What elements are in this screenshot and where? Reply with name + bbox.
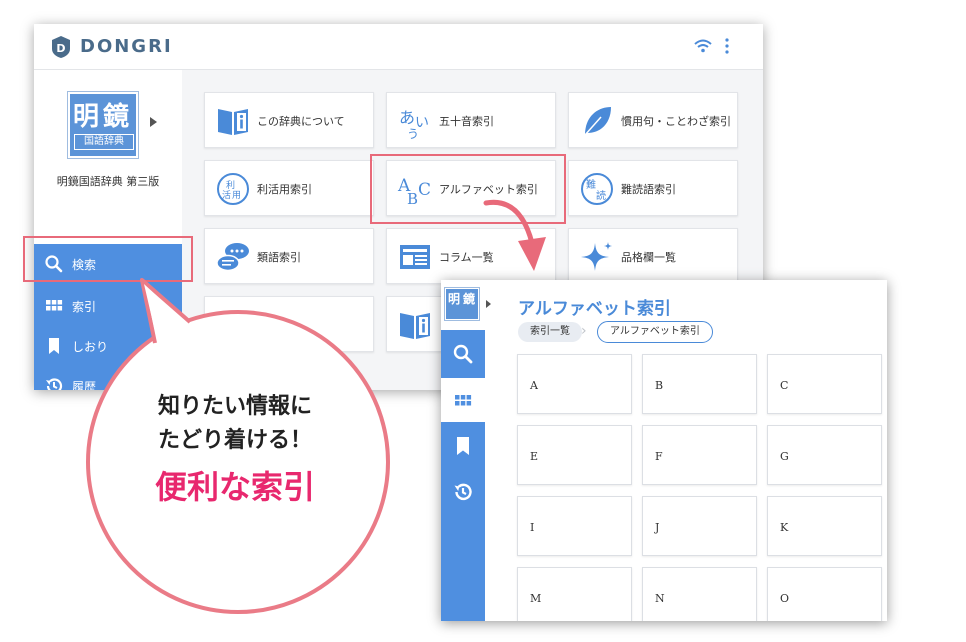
svg-text:難: 難: [586, 178, 596, 191]
rikatsuyou-icon: 利 活 用: [217, 173, 249, 205]
index-card-about[interactable]: この辞典について: [204, 92, 374, 148]
page-title: アルファベット索引: [518, 299, 671, 319]
sidebar-item-index[interactable]: [441, 378, 485, 422]
svg-text:用: 用: [232, 190, 241, 201]
letter-label: E: [530, 450, 539, 463]
bubble-line-2: たどり着ける！: [157, 428, 312, 453]
letter-label: O: [780, 592, 790, 605]
cover-kanji: 明: [73, 102, 100, 132]
letter-card-b[interactable]: B: [642, 354, 757, 414]
chevron-right-icon: ›: [581, 323, 587, 339]
grid-icon: [455, 395, 472, 406]
letter-card-k[interactable]: K: [767, 496, 882, 556]
nandoku-icon: 難 読: [581, 173, 613, 205]
more-vert-icon[interactable]: [724, 36, 730, 56]
top-bar: D DONGRI: [34, 24, 763, 70]
letter-label: C: [780, 379, 789, 392]
svg-text:う: う: [407, 127, 419, 139]
letter-card-g[interactable]: G: [767, 425, 882, 485]
sparkle-icon: [581, 242, 612, 271]
index-card-rikatsuyou[interactable]: 利 活 用 利活用索引: [204, 160, 374, 216]
letter-card-e[interactable]: E: [517, 425, 632, 485]
letter-label: B: [655, 379, 664, 392]
dongri-logo-icon: D: [52, 36, 70, 58]
card-label: 難読語索引: [621, 183, 676, 196]
svg-text:活: 活: [222, 189, 231, 201]
index-card-nandoku[interactable]: 難 読 難読語索引: [568, 160, 738, 216]
letter-card-c[interactable]: C: [767, 354, 882, 414]
wifi-icon: [694, 39, 712, 53]
index-card-idioms[interactable]: 慣用句・ことわざ索引: [568, 92, 738, 148]
card-label: 利活用索引: [257, 183, 312, 196]
dictionary-cover-icon[interactable]: 明 鏡 国語辞典: [67, 91, 139, 159]
svg-text:D: D: [56, 42, 65, 55]
letter-card-j[interactable]: J: [642, 496, 757, 556]
letter-card-o[interactable]: O: [767, 567, 882, 621]
sidebar-item-bookmarks[interactable]: [441, 424, 485, 468]
letter-label: A: [530, 379, 538, 392]
bookmark-icon: [457, 437, 469, 455]
letter-label: G: [780, 450, 789, 463]
cover-kanji: 鏡: [103, 102, 130, 132]
card-label: 慣用句・ことわざ索引: [621, 115, 731, 128]
card-label: この辞典について: [257, 115, 345, 128]
chevron-right-icon[interactable]: [486, 300, 491, 308]
bubble-headline: 便利な索引: [154, 468, 315, 506]
letter-label: I: [530, 521, 535, 534]
letter-grid: A B C E F G I J K M N O: [485, 348, 887, 621]
letter-label: M: [530, 592, 542, 605]
search-icon: [453, 344, 473, 364]
svg-text:読: 読: [596, 189, 606, 202]
letter-label: F: [655, 450, 663, 463]
sidebar-header: 明 鏡: [441, 280, 491, 330]
sidebar-item-search[interactable]: [441, 332, 485, 376]
cover-kanji: 明: [448, 292, 461, 306]
history-icon: [454, 483, 472, 501]
letter-card-n[interactable]: N: [642, 567, 757, 621]
cover-kanji: 鏡: [463, 292, 476, 306]
svg-text:利: 利: [226, 179, 235, 191]
brand-name: DONGRI: [80, 36, 173, 57]
sidebar-item-history[interactable]: [441, 470, 485, 514]
index-card-hinkaku[interactable]: 品格欄一覧: [568, 228, 738, 284]
svg-text:あ: あ: [399, 108, 415, 127]
card-label: 五十音索引: [439, 115, 494, 128]
info-book-icon: [218, 109, 248, 135]
bubble-line-1: 知りたい情報に: [157, 394, 312, 419]
breadcrumb-index-list[interactable]: 索引一覧: [518, 322, 582, 342]
dongri-app-window-front: 明 鏡 アルファベット索引 索引一覧 › アルファベット索引 A B C E F…: [441, 280, 887, 621]
letter-card-f[interactable]: F: [642, 425, 757, 485]
card-label: 品格欄一覧: [621, 251, 676, 264]
letter-card-m[interactable]: M: [517, 567, 632, 621]
index-card-gojuon[interactable]: あ い う 五十音索引: [386, 92, 556, 148]
aiu-icon: あ い う: [399, 108, 429, 139]
cover-subtitle: 国語辞典: [74, 134, 134, 150]
dictionary-title: 明鏡国語辞典 第三版: [56, 175, 160, 188]
leaf-icon: [584, 107, 611, 136]
letter-label: K: [780, 521, 789, 534]
letter-label: J: [655, 521, 660, 534]
letter-label: N: [655, 592, 665, 605]
breadcrumb-current[interactable]: アルファベット索引: [597, 321, 713, 343]
dictionary-cover-icon[interactable]: 明 鏡: [444, 287, 480, 321]
bubble-text: 知りたい情報に たどり着ける！ 便利な索引: [100, 390, 370, 512]
chevron-right-icon[interactable]: [150, 117, 157, 127]
letter-card-a[interactable]: A: [517, 354, 632, 414]
curved-arrow-icon: [483, 199, 546, 271]
letter-card-i[interactable]: I: [517, 496, 632, 556]
sidebar: 明 鏡: [441, 280, 491, 621]
